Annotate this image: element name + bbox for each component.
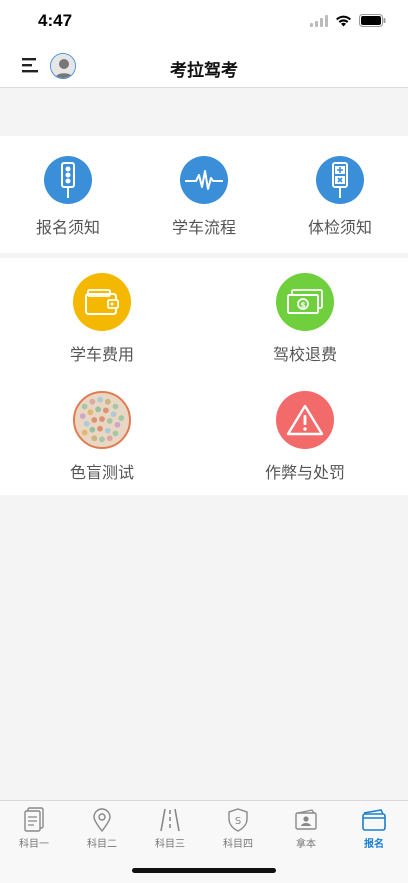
- color-blind-test-icon: [73, 391, 131, 449]
- navbar: 考拉驾考: [0, 44, 408, 88]
- services-section: 学车费用 $ 驾校退费 色盲测试 作弊与处罚: [0, 258, 408, 495]
- wallet-icon: [73, 273, 131, 331]
- signup-card-icon: [362, 809, 386, 831]
- page-title: 考拉驾考: [170, 61, 238, 80]
- learning-fee-item[interactable]: 学车费用: [52, 273, 152, 365]
- signal-icon: [310, 14, 328, 27]
- status-bar: 4:47: [0, 0, 408, 44]
- wifi-icon: [336, 15, 351, 26]
- tab-subject-three-label: 科目三: [155, 839, 185, 850]
- tab-signup-label: 报名: [364, 839, 384, 850]
- svg-text:S: S: [235, 816, 241, 827]
- warning-icon: [276, 391, 334, 449]
- color-blind-test-label: 色盲测试: [69, 465, 134, 482]
- signup-notice-item[interactable]: 报名须知: [24, 156, 112, 238]
- battery-icon: [359, 14, 386, 27]
- tab-subject-four-label: 科目四: [223, 839, 253, 850]
- tab-get-license-label: 拿本: [296, 839, 316, 850]
- pulse-icon: [180, 156, 228, 204]
- status-icons: [310, 14, 386, 27]
- refund-item[interactable]: $ 驾校退费: [255, 273, 355, 365]
- tab-subject-two-label: 科目二: [87, 839, 117, 850]
- tab-subject-two[interactable]: 科目二: [68, 807, 136, 850]
- medical-check-icon: [316, 156, 364, 204]
- medical-check-item[interactable]: 体检须知: [296, 156, 384, 238]
- cheating-penalty-item[interactable]: 作弊与处罚: [255, 391, 355, 483]
- medical-check-label: 体检须知: [307, 220, 372, 237]
- traffic-light-icon: [44, 156, 92, 204]
- tab-signup[interactable]: 报名: [340, 807, 408, 850]
- shield-icon: S: [228, 808, 248, 832]
- money-icon: $: [276, 273, 334, 331]
- tab-get-license[interactable]: 拿本: [272, 807, 340, 850]
- cheating-penalty-label: 作弊与处罚: [264, 465, 345, 482]
- learning-fee-label: 学车费用: [69, 347, 134, 364]
- tab-subject-three[interactable]: 科目三: [136, 807, 204, 850]
- license-icon: [295, 809, 317, 830]
- home-indicator: [132, 868, 276, 873]
- tab-subject-one[interactable]: 科目一: [0, 807, 68, 850]
- tab-subject-four[interactable]: S 科目四: [204, 807, 272, 850]
- document-icon: [24, 807, 44, 832]
- learning-process-item[interactable]: 学车流程: [160, 156, 248, 238]
- color-blind-test-item[interactable]: 色盲测试: [52, 391, 152, 483]
- refund-label: 驾校退费: [272, 347, 337, 364]
- signup-notice-label: 报名须知: [35, 220, 100, 237]
- status-time: 4:47: [38, 11, 73, 30]
- svg-text:$: $: [300, 301, 306, 310]
- info-section: 报名须知 学车流程 体检须知: [0, 136, 408, 253]
- learning-process-label: 学车流程: [171, 220, 236, 237]
- location-pin-icon: [93, 808, 111, 833]
- road-icon: [160, 808, 180, 832]
- tab-subject-one-label: 科目一: [19, 839, 49, 850]
